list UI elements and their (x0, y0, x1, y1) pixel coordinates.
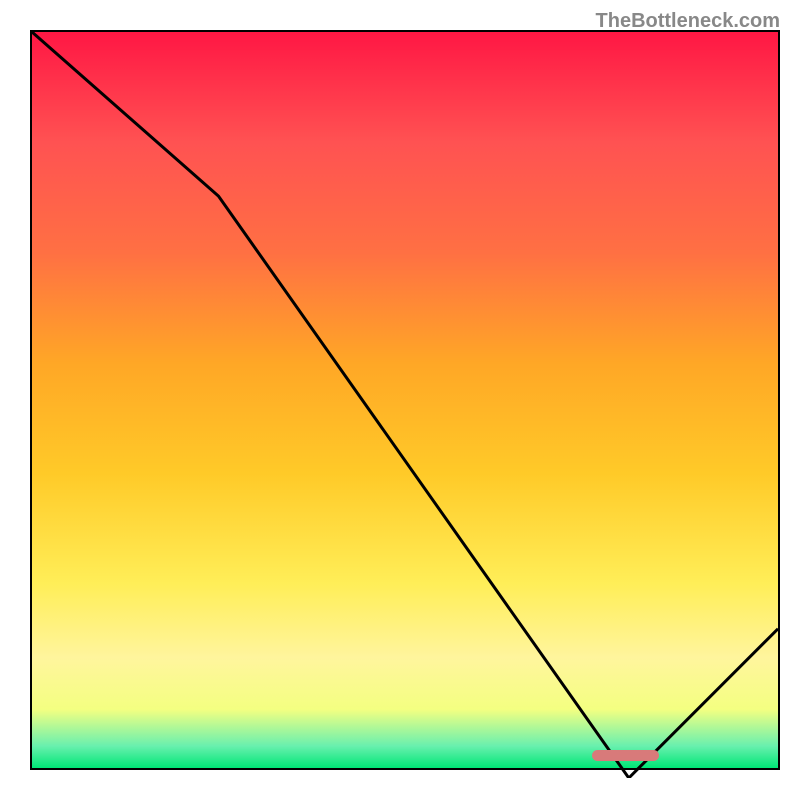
watermark: TheBottleneck.com (596, 10, 780, 33)
optimal-zone-marker (592, 750, 659, 761)
bottleneck-curve (32, 32, 778, 778)
chart-container (30, 30, 780, 770)
plot-region (30, 30, 780, 770)
